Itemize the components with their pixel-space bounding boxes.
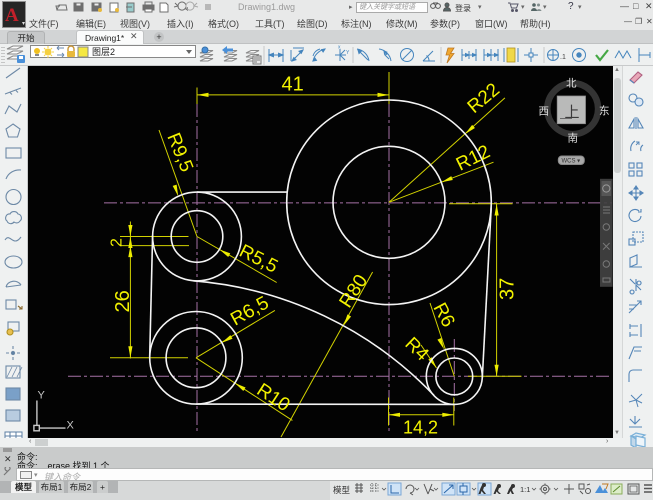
svg-text:.1: .1 bbox=[560, 54, 566, 61]
svg-text:37: 37 bbox=[497, 278, 519, 300]
svg-text:模型: 模型 bbox=[333, 485, 351, 495]
svg-text:西: 西 bbox=[539, 106, 550, 118]
svg-text:2: 2 bbox=[109, 238, 126, 247]
svg-text:东: 东 bbox=[599, 104, 610, 117]
svg-text:南: 南 bbox=[568, 132, 579, 145]
svg-text:WCS ▾: WCS ▾ bbox=[562, 159, 581, 165]
svg-text:14,2: 14,2 bbox=[403, 418, 438, 438]
svg-text:图层2: 图层2 bbox=[92, 47, 115, 57]
svg-text:41: 41 bbox=[282, 74, 304, 96]
svg-text:Y: Y bbox=[346, 50, 350, 56]
svg-text:Y: Y bbox=[38, 390, 46, 402]
svg-text:26: 26 bbox=[112, 290, 134, 312]
svg-text:北: 北 bbox=[566, 78, 577, 90]
svg-text:X: X bbox=[67, 420, 75, 432]
svg-text:x: x bbox=[338, 45, 341, 51]
svg-text:1:1: 1:1 bbox=[520, 485, 530, 494]
